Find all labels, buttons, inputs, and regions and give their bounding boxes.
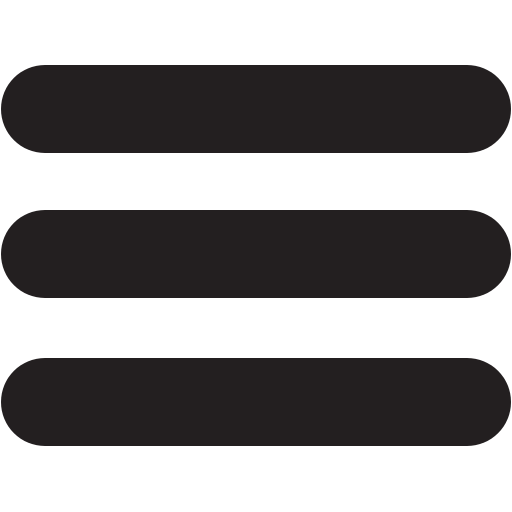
menu-bar-middle xyxy=(1,210,511,298)
hamburger-menu-button[interactable] xyxy=(0,0,512,512)
menu-bar-bottom xyxy=(1,358,511,446)
menu-bar-top xyxy=(1,65,511,153)
